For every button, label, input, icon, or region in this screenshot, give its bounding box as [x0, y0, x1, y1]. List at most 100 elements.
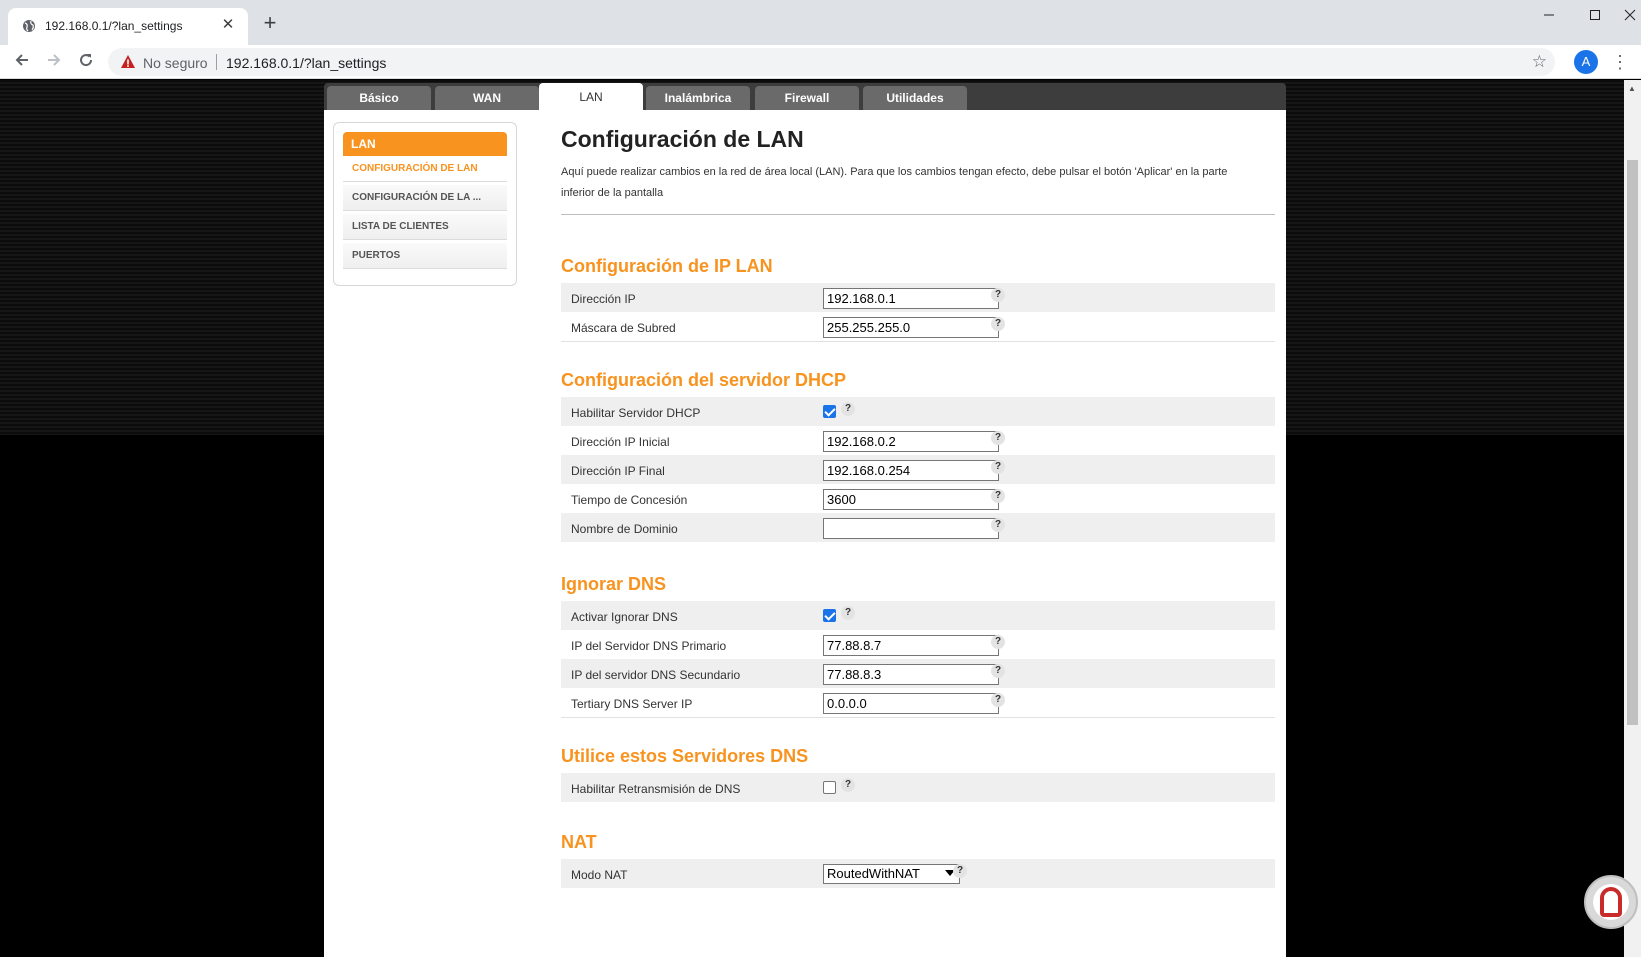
- help-icon[interactable]: ?: [841, 606, 855, 620]
- field-label: Habilitar Servidor DHCP: [571, 406, 701, 420]
- dhcp-enable-checkbox[interactable]: [823, 405, 836, 418]
- logo-figure: [1600, 887, 1622, 917]
- help-icon[interactable]: ?: [953, 864, 967, 878]
- back-icon[interactable]: [9, 49, 35, 75]
- scrollbar-thumb[interactable]: [1627, 160, 1638, 725]
- help-icon[interactable]: ?: [841, 402, 855, 416]
- help-icon[interactable]: ?: [991, 693, 1005, 707]
- help-icon[interactable]: ?: [991, 489, 1005, 503]
- minimize-icon[interactable]: [1526, 0, 1572, 32]
- sidebar-item-client-list[interactable]: LISTA DE CLIENTES: [343, 214, 507, 240]
- row-dns-override-enable: Activar Ignorar DNS ?: [561, 601, 1275, 631]
- lease-time-input[interactable]: [823, 489, 999, 510]
- row-dns-secondary: IP del servidor DNS Secundario ?: [561, 659, 1275, 689]
- warning-icon: [121, 55, 135, 68]
- row-domain-name: Nombre de Dominio ?: [561, 513, 1275, 543]
- help-icon[interactable]: ?: [991, 431, 1005, 445]
- tab-firewall[interactable]: Firewall: [755, 86, 859, 110]
- security-label[interactable]: No seguro: [143, 55, 208, 71]
- domain-name-input[interactable]: [823, 518, 999, 539]
- page-viewport: Básico WAN LAN Inalámbrica Firewall Util…: [0, 80, 1624, 957]
- url-text[interactable]: 192.168.0.1/?lan_settings: [226, 55, 386, 71]
- tab-basico[interactable]: Básico: [327, 86, 431, 110]
- main-tab-bar: Básico WAN LAN Inalámbrica Firewall Util…: [324, 83, 1286, 110]
- field-label: Dirección IP: [571, 292, 636, 306]
- field-label: Máscara de Subred: [571, 321, 676, 335]
- help-icon[interactable]: ?: [991, 317, 1005, 331]
- browser-toolbar: No seguro 192.168.0.1/?lan_settings ☆ A …: [0, 45, 1641, 79]
- address-bar[interactable]: No seguro 192.168.0.1/?lan_settings ☆: [108, 48, 1555, 76]
- sidebar-item-ports[interactable]: PUERTOS: [343, 243, 507, 269]
- field-label: Nombre de Dominio: [571, 522, 678, 536]
- dns-secondary-input[interactable]: [823, 664, 999, 685]
- plus-icon[interactable]: +: [260, 12, 280, 34]
- kebab-menu-icon[interactable]: ⋮: [1610, 50, 1630, 74]
- row-dns-relay-enable: Habilitar Retransmisión de DNS ?: [561, 773, 1275, 803]
- forward-icon[interactable]: [41, 49, 67, 75]
- section-title-nat: NAT: [561, 832, 597, 852]
- page-scrollbar[interactable]: ▲: [1624, 80, 1641, 957]
- dns-override-checkbox[interactable]: [823, 609, 836, 622]
- sidebar: LAN CONFIGURACIÓN DE LAN CONFIGURACIÓN D…: [333, 122, 517, 286]
- field-label: IP del Servidor DNS Primario: [571, 639, 727, 653]
- field-label: Habilitar Retransmisión de DNS: [571, 782, 741, 796]
- field-label: IP del servidor DNS Secundario: [571, 668, 741, 682]
- browser-tabstrip: 192.168.0.1/?lan_settings ✕ +: [0, 0, 1641, 45]
- help-icon[interactable]: ?: [991, 635, 1005, 649]
- row-nat-mode: Modo NAT RoutedWithNAT ?: [561, 859, 1275, 889]
- row-dhcp-end-ip: Dirección IP Final ?: [561, 455, 1275, 485]
- row-lease-time: Tiempo de Concesión ?: [561, 484, 1275, 514]
- nat-mode-select[interactable]: RoutedWithNAT: [823, 864, 960, 884]
- tab-utilidades[interactable]: Utilidades: [863, 86, 967, 110]
- tab-inalambrica[interactable]: Inalámbrica: [646, 86, 750, 110]
- dhcp-end-ip-input[interactable]: [823, 460, 999, 481]
- reload-icon[interactable]: [73, 49, 99, 75]
- watermark-logo: [1584, 875, 1638, 929]
- page-description: Aquí puede realizar cambios en la red de…: [561, 166, 1228, 199]
- section-title-dhcp: Configuración del servidor DHCP: [561, 370, 847, 390]
- help-icon[interactable]: ?: [991, 664, 1005, 678]
- content-panel: LAN CONFIGURACIÓN DE LAN CONFIGURACIÓN D…: [324, 110, 1286, 957]
- star-icon[interactable]: ☆: [1532, 52, 1547, 72]
- help-icon[interactable]: ?: [991, 288, 1005, 302]
- help-icon[interactable]: ?: [841, 778, 855, 792]
- dns-primary-input[interactable]: [823, 635, 999, 656]
- ip-address-input[interactable]: [823, 288, 999, 309]
- tab-lan[interactable]: LAN: [539, 83, 643, 110]
- field-label: Tertiary DNS Server IP: [571, 697, 693, 711]
- section-title-dns-relay: Utilice estos Servidores DNS: [561, 746, 809, 766]
- row-dns-tertiary: Tertiary DNS Server IP ?: [561, 688, 1275, 718]
- sidebar-item-lan-config-2[interactable]: CONFIGURACIÓN DE LA ...: [343, 185, 507, 211]
- section-title-dns-override: Ignorar DNS: [561, 574, 667, 594]
- globe-icon: [23, 20, 35, 32]
- window-close-icon[interactable]: [1618, 0, 1641, 32]
- divider: [561, 717, 1275, 718]
- dns-tertiary-input[interactable]: [823, 693, 999, 714]
- close-icon[interactable]: ✕: [220, 17, 236, 33]
- help-icon[interactable]: ?: [991, 460, 1005, 474]
- help-icon[interactable]: ?: [991, 518, 1005, 532]
- divider: [216, 54, 217, 70]
- row-dhcp-enable: Habilitar Servidor DHCP ?: [561, 397, 1275, 427]
- avatar[interactable]: A: [1574, 50, 1598, 74]
- dns-relay-checkbox[interactable]: [823, 781, 836, 794]
- row-dns-primary: IP del Servidor DNS Primario ?: [561, 630, 1275, 660]
- row-dhcp-start-ip: Dirección IP Inicial ?: [561, 426, 1275, 456]
- page-title: Configuración de LAN: [561, 126, 804, 152]
- scroll-up-icon[interactable]: ▲: [1628, 84, 1636, 93]
- dhcp-start-ip-input[interactable]: [823, 431, 999, 452]
- maximize-icon[interactable]: [1572, 0, 1618, 32]
- browser-tab[interactable]: 192.168.0.1/?lan_settings ✕: [8, 8, 248, 45]
- nat-mode-value: RoutedWithNAT: [827, 866, 920, 881]
- divider: [561, 341, 1275, 342]
- sidebar-item-lan-config[interactable]: CONFIGURACIÓN DE LAN: [343, 156, 507, 182]
- row-ip-address: Dirección IP ?: [561, 283, 1275, 313]
- field-label: Modo NAT: [571, 868, 628, 882]
- field-label: Dirección IP Final: [571, 464, 665, 478]
- field-label: Activar Ignorar DNS: [571, 610, 678, 624]
- subnet-mask-input[interactable]: [823, 317, 999, 338]
- tab-wan[interactable]: WAN: [435, 86, 539, 110]
- row-subnet-mask: Máscara de Subred ?: [561, 312, 1275, 342]
- sidebar-header: LAN: [343, 132, 507, 156]
- field-label: Tiempo de Concesión: [571, 493, 688, 507]
